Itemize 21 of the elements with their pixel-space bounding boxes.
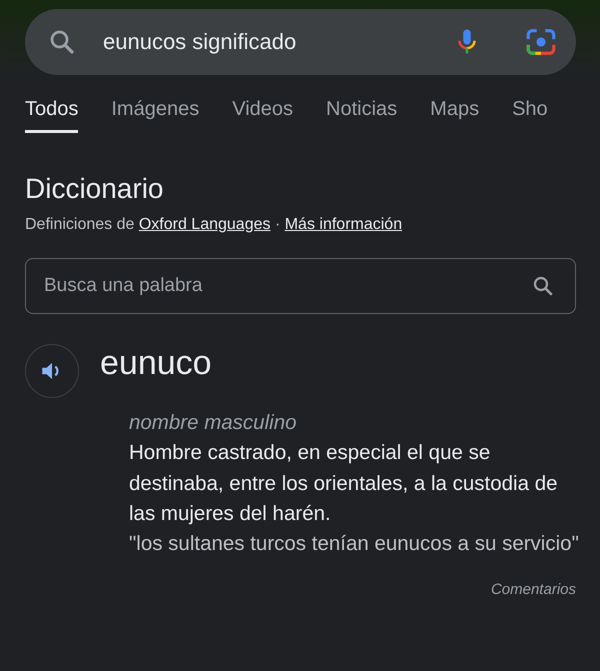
more-info-link[interactable]: Más información	[284, 216, 402, 233]
source-label: Definiciones de	[25, 216, 136, 233]
tab[interactable]: Sho	[512, 98, 548, 133]
search-icon[interactable]	[531, 274, 555, 298]
definition-text: Hombre castrado, en especial el que se destinaba, entre los orientales, a la custodia de las mujeres del harén.	[129, 440, 558, 527]
part-of-speech: nombre masculino	[129, 410, 298, 436]
source-link[interactable]: Oxford Languages	[138, 216, 270, 233]
speaker-button[interactable]	[25, 344, 79, 398]
search-query: eunucos significado	[103, 29, 298, 55]
tab[interactable]: Maps	[430, 98, 480, 133]
tab[interactable]: Todos	[25, 98, 78, 133]
tab[interactable]: Noticias	[326, 98, 398, 133]
section-heading: Diccionario	[25, 173, 164, 205]
headword: eunuco	[100, 344, 212, 383]
word-search-field[interactable]: Busca una palabra	[25, 258, 576, 314]
example-text: "los sultanes turcos tenían eunucos a su servicio"	[129, 531, 580, 558]
search-bar[interactable]: eunucos significado	[25, 9, 576, 75]
tab[interactable]: Videos	[232, 98, 294, 133]
feedback-link[interactable]: Comentarios	[490, 581, 576, 598]
separator: ·	[274, 216, 282, 233]
tab[interactable]: Imágenes	[111, 98, 200, 133]
